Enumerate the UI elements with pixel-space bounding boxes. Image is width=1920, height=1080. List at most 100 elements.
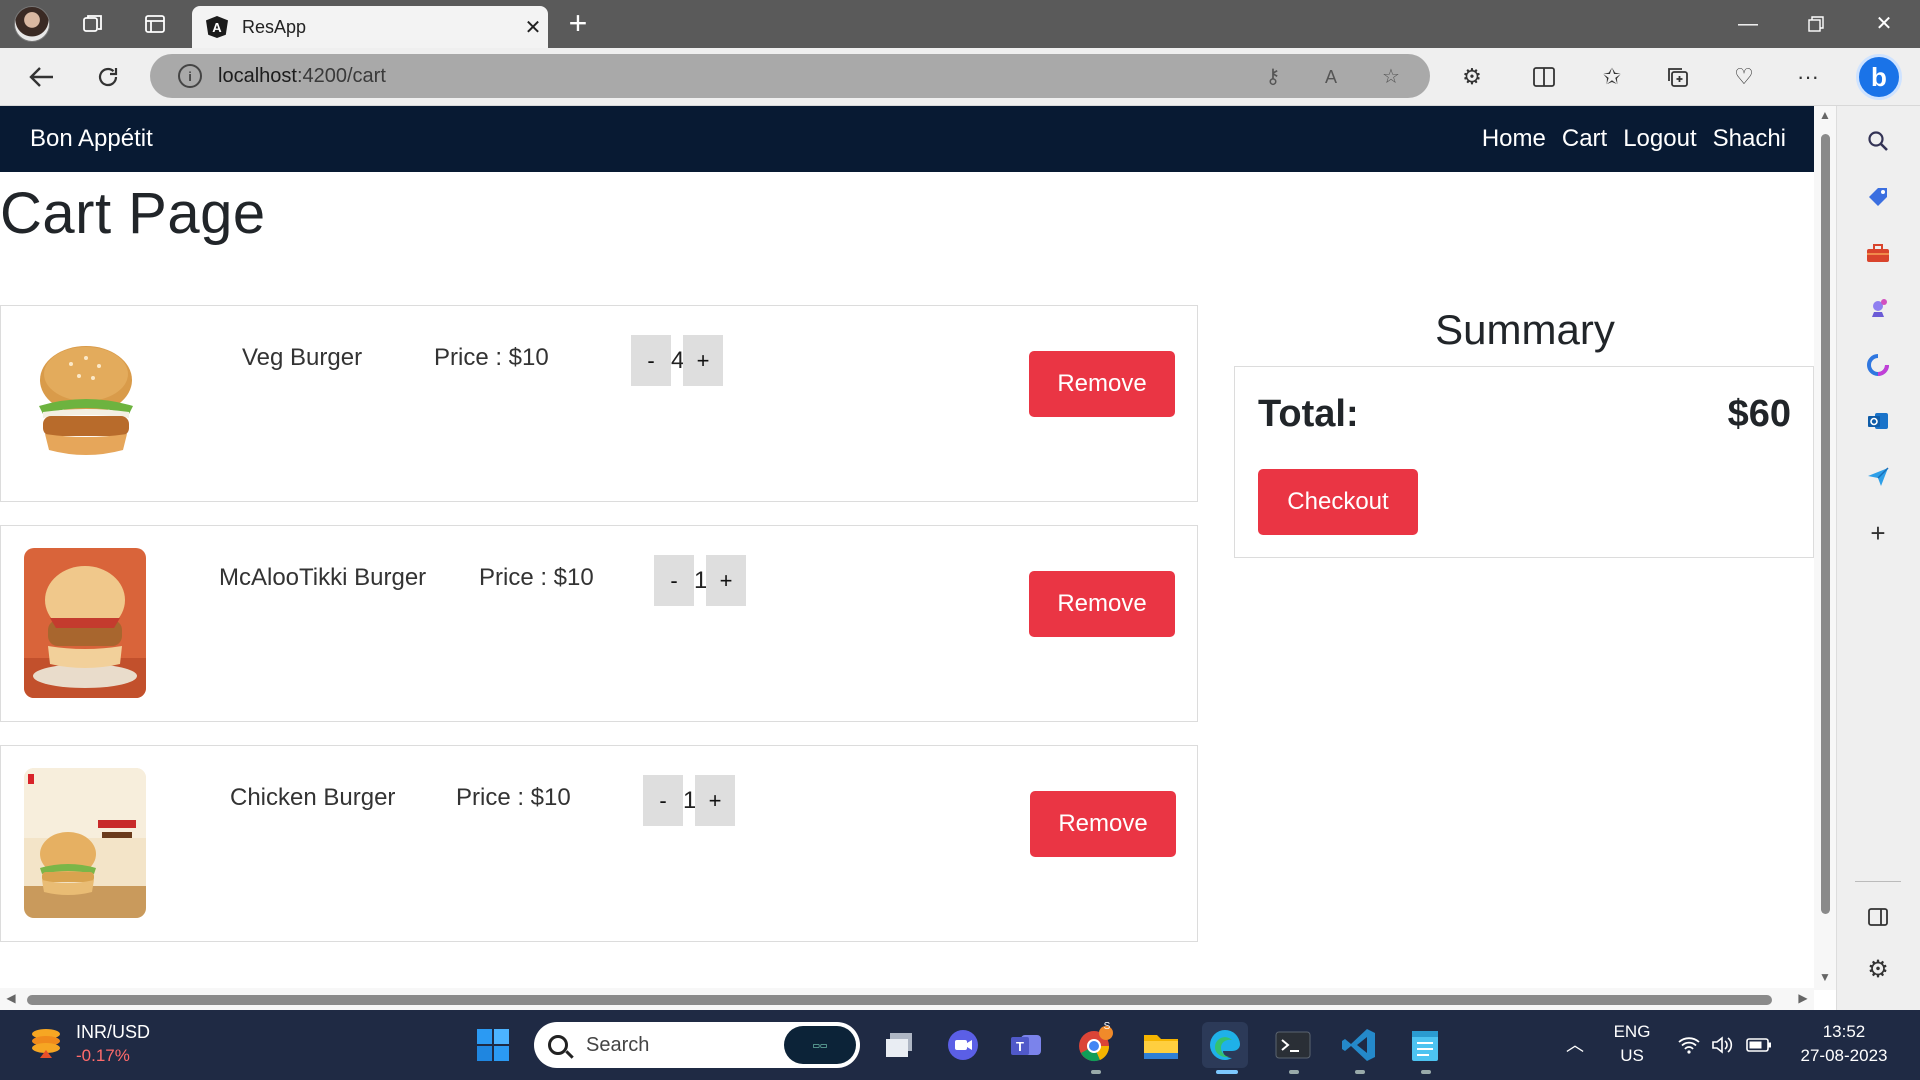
terminal-icon[interactable] — [1270, 1022, 1316, 1068]
favorites-icon[interactable]: ✩ — [1596, 62, 1628, 92]
language-top[interactable]: ENG — [1604, 1022, 1660, 1042]
back-icon[interactable] — [24, 60, 60, 94]
url-field[interactable]: i localhost:4200/cart ⚷ A ☆ — [150, 54, 1430, 98]
cart-item: McAlooTikki Burger Price : $10 - 1 + Rem… — [0, 525, 1198, 722]
nav-cart-link[interactable]: Cart — [1562, 125, 1607, 153]
vertical-scrollbar[interactable]: ▲ ▼ — [1814, 106, 1836, 990]
show-hidden-icons-chevron-icon[interactable]: ︿ — [1562, 1032, 1588, 1058]
browser-tab-bar: A ResApp ✕ + — ✕ — [0, 0, 1920, 48]
minimize-icon[interactable]: — — [1726, 8, 1770, 40]
decrement-button[interactable]: - — [643, 775, 683, 826]
scroll-down-arrow-icon[interactable]: ▼ — [1818, 970, 1832, 984]
checkout-button[interactable]: Checkout — [1258, 469, 1418, 535]
stock-name[interactable]: INR/USD — [76, 1022, 150, 1043]
battery-icon[interactable] — [1746, 1032, 1772, 1058]
sidebar-settings-gear-icon[interactable]: ⚙ — [1863, 954, 1893, 984]
nav-user-link[interactable]: Shachi — [1713, 125, 1786, 153]
workspaces-icon[interactable] — [78, 9, 108, 39]
edge-browser-icon[interactable] — [1202, 1022, 1248, 1068]
restore-icon[interactable] — [1794, 8, 1838, 40]
item-price: Price : $10 — [456, 784, 571, 811]
close-window-icon[interactable]: ✕ — [1862, 8, 1906, 40]
sidebar-divider — [1855, 881, 1901, 882]
tab-actions-icon[interactable] — [140, 9, 170, 39]
file-explorer-icon[interactable] — [1138, 1022, 1184, 1068]
games-icon[interactable] — [1863, 294, 1893, 324]
outlook-icon[interactable] — [1863, 406, 1893, 436]
page-viewport: Bon Appétit Home Cart Logout Shachi Cart… — [0, 106, 1814, 988]
item-name: Chicken Burger — [230, 784, 396, 811]
microsoft-365-icon[interactable] — [1863, 350, 1893, 380]
increment-button[interactable]: + — [683, 335, 723, 386]
scroll-up-arrow-icon[interactable]: ▲ — [1818, 108, 1832, 122]
notepad-icon[interactable] — [1402, 1022, 1448, 1068]
item-name: McAlooTikki Burger — [219, 564, 427, 591]
chrome-running-indicator — [1091, 1070, 1101, 1074]
favorite-star-icon[interactable]: ☆ — [1378, 64, 1404, 90]
search-highlight-badge: ▭▭ — [784, 1026, 856, 1064]
zoom-video-icon[interactable] — [940, 1022, 986, 1068]
browser-essentials-icon[interactable]: ♡ — [1728, 62, 1760, 92]
drop-send-icon[interactable] — [1863, 462, 1893, 492]
close-tab-icon[interactable]: ✕ — [518, 15, 548, 40]
new-tab-button[interactable]: + — [560, 6, 596, 42]
clock-date[interactable]: 27-08-2023 — [1790, 1046, 1898, 1066]
active-tab[interactable]: A ResApp ✕ — [192, 6, 548, 48]
stock-change: -0.17% — [76, 1046, 130, 1065]
search-placeholder: Search — [586, 1033, 650, 1056]
extensions-icon[interactable]: ⚙ — [1456, 62, 1488, 92]
site-info-icon[interactable]: i — [178, 64, 202, 88]
key-icon[interactable]: ⚷ — [1260, 64, 1286, 90]
veg-burger-image — [31, 332, 141, 472]
split-screen-icon[interactable] — [1528, 62, 1560, 92]
increment-button[interactable]: + — [695, 775, 735, 826]
hide-sidebar-icon[interactable] — [1863, 902, 1893, 932]
remove-button[interactable]: Remove — [1029, 351, 1175, 417]
nav-home-link[interactable]: Home — [1482, 125, 1546, 153]
decrement-button[interactable]: - — [654, 555, 694, 606]
svg-text:T: T — [1016, 1039, 1024, 1054]
scroll-right-arrow-icon[interactable]: ▶ — [1796, 991, 1810, 1007]
total-value: $60 — [1727, 393, 1791, 435]
tab-title: ResApp — [242, 16, 307, 37]
tools-icon[interactable] — [1863, 238, 1893, 268]
language-bottom[interactable]: US — [1604, 1046, 1660, 1066]
stock-widget-icon[interactable] — [28, 1024, 64, 1060]
collections-icon[interactable] — [1662, 62, 1694, 92]
quantity-stepper: - 4 + — [631, 335, 723, 386]
scroll-left-arrow-icon[interactable]: ◀ — [4, 991, 18, 1007]
search-icon — [548, 1035, 568, 1055]
read-aloud-icon[interactable]: A — [1318, 64, 1344, 90]
horizontal-scrollbar[interactable]: ◀ ▶ — [0, 988, 1814, 1010]
add-sidebar-app-icon[interactable]: + — [1863, 518, 1893, 548]
profile-avatar[interactable] — [14, 6, 50, 42]
wifi-icon[interactable] — [1676, 1032, 1702, 1058]
search-icon[interactable] — [1863, 126, 1893, 156]
decrement-button[interactable]: - — [631, 335, 671, 386]
vscode-running-indicator — [1355, 1070, 1365, 1074]
refresh-icon[interactable] — [90, 60, 126, 94]
vscode-icon[interactable] — [1336, 1022, 1382, 1068]
remove-button[interactable]: Remove — [1030, 791, 1176, 857]
volume-icon[interactable] — [1710, 1032, 1736, 1058]
bing-copilot-icon[interactable]: b — [1856, 54, 1902, 100]
windows-start-icon[interactable] — [470, 1022, 516, 1068]
edge-sidebar: + ⚙ — [1836, 106, 1920, 1010]
brand-logo[interactable]: Bon Appétit — [30, 125, 153, 153]
nav-logout-link[interactable]: Logout — [1623, 125, 1696, 153]
teams-icon[interactable]: T — [1004, 1022, 1050, 1068]
address-bar-row: i localhost:4200/cart ⚷ A ☆ ⚙ ✩ ♡ ··· — [0, 48, 1920, 106]
shopping-tag-icon[interactable] — [1863, 182, 1893, 212]
more-menu-icon[interactable]: ··· — [1792, 62, 1824, 92]
task-view-icon[interactable] — [876, 1022, 922, 1068]
clock-time[interactable]: 13:52 — [1794, 1022, 1894, 1042]
notepad-running-indicator — [1421, 1070, 1431, 1074]
increment-button[interactable]: + — [706, 555, 746, 606]
horizontal-scroll-thumb[interactable] — [27, 995, 1772, 1005]
vertical-scroll-thumb[interactable] — [1821, 134, 1830, 914]
url-path: :4200/cart — [296, 64, 386, 87]
chrome-icon[interactable]: S — [1072, 1021, 1118, 1068]
taskbar-search-input[interactable]: Search ▭▭ — [534, 1022, 860, 1068]
nav-links: Home Cart Logout Shachi — [1482, 106, 1786, 172]
remove-button[interactable]: Remove — [1029, 571, 1175, 637]
